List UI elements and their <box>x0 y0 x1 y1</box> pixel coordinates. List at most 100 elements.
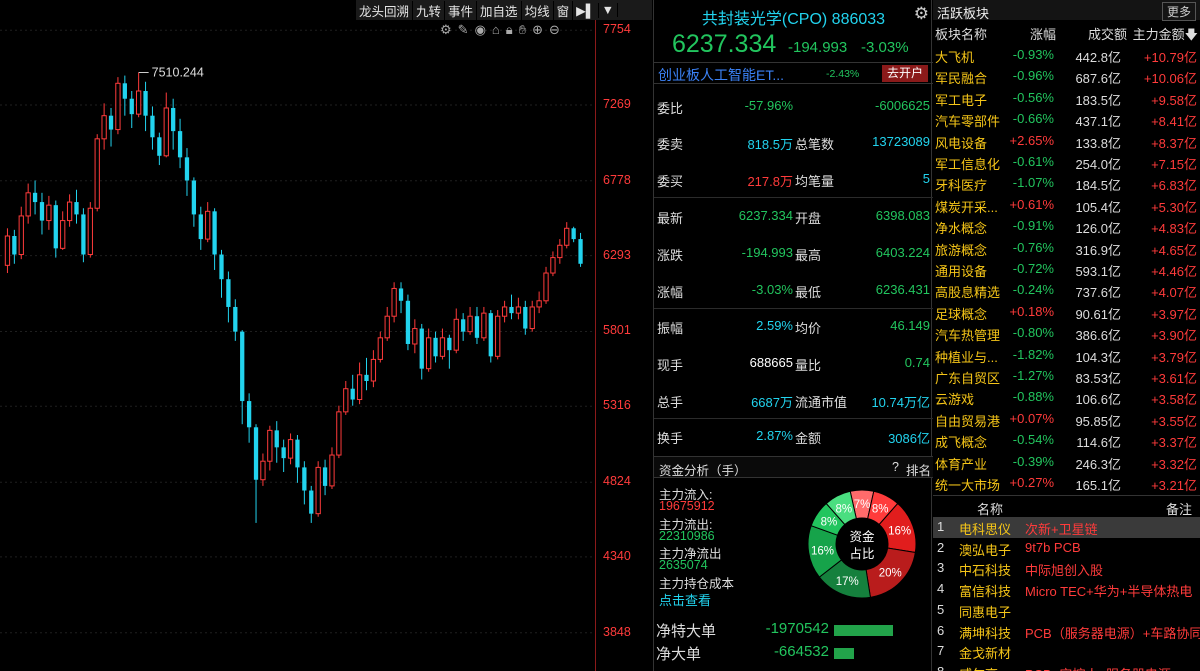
quote-label: 换手 <box>657 431 684 446</box>
sector-row[interactable]: 军工电子 -0.56% 183.5亿 +9.58亿 <box>933 87 1200 108</box>
stock-row[interactable]: 6 满坤科技 PCB（服务器电源）+车路协同 <box>933 621 1200 642</box>
zoom-in-icon[interactable]: ⊕ <box>532 22 543 38</box>
etf-banner[interactable]: 创业板人工智能ET... -2.43% 去开户 <box>654 62 933 84</box>
candle-body <box>39 202 45 221</box>
quote-label: 均笔量 <box>795 174 835 189</box>
kline-chart-pane[interactable]: 7510.244 7754 7269 6778 6293 5801 5316 4824 434… <box>0 0 652 671</box>
toolbar-nine-turn[interactable]: 九转 <box>413 0 446 20</box>
help-icon[interactable]: ? <box>892 460 899 474</box>
sector-volume: 126.0亿 <box>1075 221 1121 237</box>
sector-row[interactable]: 种植业与... -1.82% 104.3亿 +3.79亿 <box>933 344 1200 365</box>
col-stock-name[interactable]: 名称 <box>977 499 1003 518</box>
stock-row[interactable]: 4 富信科技 Micro TEC+华为+半导体热电 <box>933 579 1200 600</box>
stock-row[interactable]: 7 金戈新材 <box>933 641 1200 662</box>
sector-row[interactable]: 军民融合 -0.96% 687.6亿 +10.06亿 <box>933 65 1200 86</box>
sector-pct: +0.07% <box>1009 410 1054 426</box>
sector-row[interactable]: 汽车热管理 -0.80% 386.6亿 +3.90亿 <box>933 322 1200 343</box>
quote-value: 10.74万亿 <box>871 395 930 410</box>
candle <box>467 306 473 335</box>
sector-volume: 737.6亿 <box>1075 285 1121 301</box>
candle-body <box>412 328 418 345</box>
sector-main-amount: +6.83亿 <box>1151 178 1197 194</box>
sector-row[interactable]: 牙科医疗 -1.07% 184.5亿 +6.83亿 <box>933 172 1200 193</box>
quote-label: 现手 <box>657 358 684 373</box>
divider <box>654 308 933 309</box>
sector-row[interactable]: 风电设备 +2.65% 133.8亿 +8.37亿 <box>933 130 1200 151</box>
main-outflow-value: 22310986 <box>659 529 715 543</box>
open-account-button[interactable]: 去开户 <box>882 65 928 82</box>
toolbar-events[interactable]: 事件 <box>445 0 478 20</box>
stock-row[interactable]: 1 电科思仪 次新+卫星链 <box>933 517 1200 538</box>
candle-body <box>295 439 300 468</box>
quote-row: 最新 6237.334 开盘 6398.083 <box>654 208 933 228</box>
candle-body <box>329 454 335 487</box>
sector-volume: 83.53亿 <box>1075 371 1121 386</box>
quote-value: 13723089 <box>872 134 930 149</box>
sector-volume: 687.6亿 <box>1075 71 1121 87</box>
hand-icon[interactable]: ✋︎ <box>519 22 526 38</box>
col-stock-note[interactable]: 备注 <box>1166 499 1192 518</box>
toolbar-moving-average[interactable]: 均线 <box>522 0 554 20</box>
sector-row[interactable]: 高股息精选 -0.24% 737.6亿 +4.07亿 <box>933 279 1200 300</box>
sector-row[interactable]: 自由贸易港 +0.07% 95.85亿 +3.55亿 <box>933 408 1200 429</box>
sector-row[interactable]: 广东自贸区 -1.27% 83.53亿 +3.61亿 <box>933 365 1200 386</box>
rank-button[interactable]: 排名 <box>906 460 931 479</box>
basket-icon[interactable]: ⌂ <box>492 22 500 38</box>
col-volume[interactable]: 成交额 <box>1088 24 1127 43</box>
kline-chart[interactable]: 7510.244 <box>0 0 596 671</box>
candle <box>219 249 224 298</box>
candle <box>240 330 245 425</box>
sector-row[interactable]: 净水概念 -0.91% 126.0亿 +4.83亿 <box>933 215 1200 236</box>
stock-row[interactable]: 2 澳弘电子 9t7b PCB <box>933 538 1200 559</box>
donut-slice-label: 20% <box>879 567 902 579</box>
sector-volume: 106.6亿 <box>1075 392 1121 408</box>
col-sector-name[interactable]: 板块名称 <box>935 24 987 43</box>
settings-icon[interactable]: ⚙ <box>440 22 452 38</box>
eye-icon[interactable]: ◉ <box>475 22 486 38</box>
quote-label: 委比 <box>657 101 684 116</box>
candle-body <box>364 374 369 382</box>
candle <box>198 206 203 250</box>
stock-row[interactable]: 8 威尔高 PCB+实控人+服务器电源 <box>933 662 1200 671</box>
candle-body <box>543 272 549 302</box>
candle <box>226 271 231 323</box>
toolbar-window[interactable]: 窗 <box>554 0 574 20</box>
draw-pen-icon[interactable]: ✎ <box>458 22 469 38</box>
sector-row[interactable]: 成飞概念 -0.54% 114.6亿 +3.37亿 <box>933 429 1200 450</box>
stock-name: 电科思仪 <box>959 522 1012 537</box>
sector-row[interactable]: 体育产业 -0.39% 246.3亿 +3.32亿 <box>933 451 1200 472</box>
sector-volume: 90.61亿 <box>1075 306 1121 322</box>
sector-row[interactable]: 旅游概念 -0.76% 316.9亿 +4.65亿 <box>933 237 1200 258</box>
candle-body <box>143 91 148 116</box>
candle-body <box>309 490 314 514</box>
sector-row[interactable]: 大飞机 -0.93% 442.8亿 +10.79亿 <box>933 44 1200 65</box>
toolbar-dragon-backtrack[interactable]: 龙头回溯 <box>356 0 414 20</box>
sector-row[interactable]: 云游戏 -0.88% 106.6亿 +3.58亿 <box>933 386 1200 407</box>
view-cost-link[interactable]: 点击查看 <box>659 590 711 609</box>
sector-row[interactable]: 汽车零部件 -0.66% 437.1亿 +8.41亿 <box>933 108 1200 129</box>
zoom-out-icon[interactable]: ⊖ <box>549 22 560 38</box>
dropdown-icon[interactable]: ▼ <box>599 3 618 17</box>
sector-name: 高股息精选 <box>935 285 1001 301</box>
more-button[interactable]: 更多 <box>1161 2 1196 21</box>
toolbar-add-watchlist[interactable]: 加自选 <box>477 0 522 20</box>
gear-icon[interactable]: ⚙ <box>914 4 929 24</box>
sector-row[interactable]: 军工信息化 -0.61% 254.0亿 +7.15亿 <box>933 151 1200 172</box>
stock-row[interactable]: 5 同惠电子 <box>933 600 1200 621</box>
sector-row[interactable]: 统一大市场 +0.27% 165.1亿 +3.21亿 <box>933 472 1200 493</box>
collapse-right-icon[interactable]: ▶▌ <box>573 2 599 18</box>
sector-row[interactable]: 煤炭开采... +0.61% 105.4亿 +5.30亿 <box>933 194 1200 215</box>
price-change-pct: -3.03% <box>861 39 909 56</box>
candle <box>433 331 438 363</box>
lock-icon[interactable]: 🔒︎ <box>506 22 513 38</box>
etf-name[interactable]: 创业板人工智能ET... <box>658 65 784 85</box>
stock-name: 金戈新材 <box>959 646 1012 662</box>
sector-row[interactable]: 通用设备 -0.72% 593.1亿 +4.46亿 <box>933 258 1200 279</box>
col-pct[interactable]: 涨幅 <box>1030 24 1056 43</box>
stock-index: 5 <box>937 601 945 617</box>
candle-body <box>302 467 307 491</box>
stock-row[interactable]: 3 中石科技 中际旭创入股 <box>933 558 1200 579</box>
sector-row[interactable]: 足球概念 +0.18% 90.61亿 +3.97亿 <box>933 301 1200 322</box>
sector-main-amount: +4.65亿 <box>1151 242 1197 258</box>
candle-body <box>405 300 411 344</box>
